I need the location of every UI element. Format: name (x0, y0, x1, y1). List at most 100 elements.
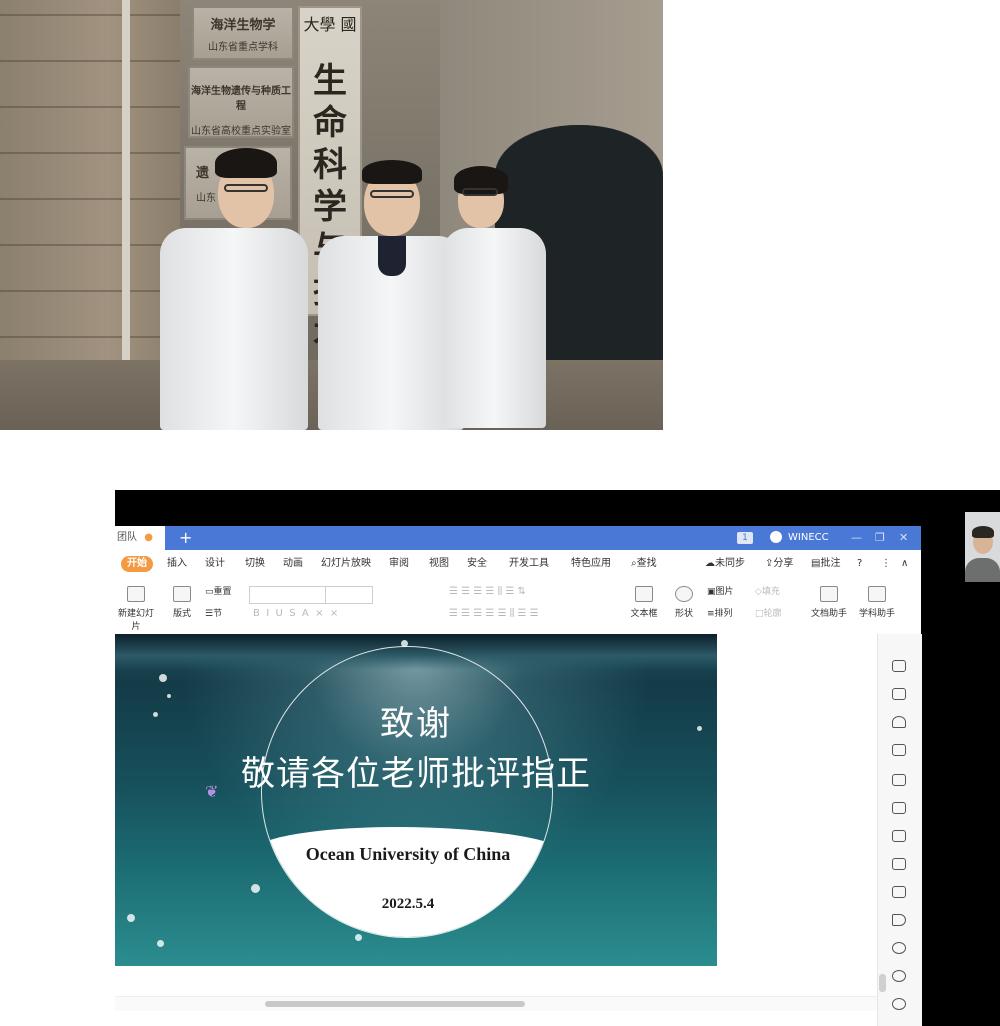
textbox-button[interactable]: 文本框 (627, 586, 661, 619)
slide-date: 2022.5.4 (381, 896, 435, 912)
shape-tool-icon[interactable] (892, 716, 906, 728)
bubble (127, 914, 135, 922)
bubble (157, 940, 164, 947)
outline-button[interactable]: □轮廓 (755, 606, 795, 619)
collapse-ribbon-icon[interactable]: ∧ (901, 556, 908, 572)
help-icon[interactable] (892, 998, 906, 1010)
close-dot-icon[interactable]: ● (144, 532, 153, 543)
close-button[interactable]: ✕ (899, 526, 908, 550)
archive-icon[interactable] (892, 858, 906, 870)
menu-bar: 开始 插入 设计 切换 动画 幻灯片放映 审阅 视图 安全 开发工具 特色应用 … (115, 550, 921, 578)
menu-animation[interactable]: 动画 (283, 556, 303, 572)
reset-icon: ▭ (205, 587, 214, 597)
align-buttons[interactable]: ☰ ☰ ☰ ☰ ☰ ⫼ ☰ ☰ (449, 608, 539, 619)
lab-coat (442, 228, 546, 428)
plaque-header: 大學 國 (303, 15, 357, 34)
sync-status[interactable]: ☁未同步 (705, 556, 745, 572)
more-icon[interactable]: ⋮ (881, 556, 891, 572)
plaque-line: 山东省高校重点实验室 (191, 126, 291, 137)
slide-subtitle: 敬请各位老师批评指正 (241, 754, 591, 794)
drain-pipe (122, 0, 130, 360)
doc-helper-button[interactable]: 文档助手 (809, 586, 849, 619)
star-icon[interactable] (892, 660, 906, 672)
fill-button[interactable]: ◇填充 (755, 584, 795, 597)
user-account[interactable]: WINECC (770, 530, 829, 546)
menu-features[interactable]: 特色应用 (571, 556, 611, 572)
outline-icon: □ (755, 609, 764, 619)
arrange-button[interactable]: ≡排列 (707, 606, 747, 619)
help-icon[interactable]: ? (857, 556, 862, 572)
horizontal-scrollbar[interactable] (115, 996, 877, 1011)
new-slide-button[interactable]: 新建幻灯片 (115, 586, 157, 632)
clock-icon[interactable] (892, 970, 906, 982)
glasses-icon (462, 188, 498, 196)
slide-canvas[interactable]: ❦ 致谢 敬请各位老师批评指正 Ocean University of Chin… (115, 634, 717, 966)
menu-search-label: 查找 (636, 558, 657, 569)
cam-body (965, 558, 1000, 582)
webcam-thumbnail[interactable] (965, 512, 1000, 582)
badge: 1 (737, 532, 753, 544)
dark-shirt (378, 236, 406, 276)
menu-design[interactable]: 设计 (205, 556, 225, 572)
ribbon-toolbar: 新建幻灯片 版式 ▭重置 ☰节 B I U S A × × ☰ ☰ ☰ ☰ ⫼ … (115, 578, 921, 635)
image-icon[interactable] (892, 886, 906, 898)
hair (215, 148, 277, 178)
arrange-icon: ≡ (707, 609, 715, 619)
paragraph-buttons[interactable]: ☰ ☰ ☰ ☰ ⫼ ☰ ⇅ (449, 586, 526, 597)
lab-coat (160, 228, 308, 430)
section-button[interactable]: ☰节 (205, 606, 241, 619)
shape-icon (675, 586, 693, 602)
image-icon: ▣ (707, 587, 716, 597)
subject-helper-label: 学科助手 (858, 609, 895, 619)
chart-icon[interactable] (892, 774, 906, 786)
screen-share: 团队 ● + 1 WINECC — ❐ ✕ 开始 插入 设计 切换 动画 幻灯片… (115, 490, 1000, 1026)
outline-label: 轮廓 (763, 609, 782, 619)
maximize-button[interactable]: ❐ (875, 526, 885, 550)
format-buttons[interactable]: B I U S A × × (253, 608, 338, 619)
slide-university: Ocean University of China (305, 844, 511, 864)
scroll-thumb[interactable] (265, 1001, 525, 1007)
gallery-icon[interactable] (892, 830, 906, 842)
shape-button[interactable]: 形状 (669, 586, 699, 619)
menu-insert[interactable]: 插入 (167, 556, 187, 572)
menu-security[interactable]: 安全 (467, 556, 487, 572)
settings-sliders-icon[interactable] (892, 802, 906, 814)
glasses-icon (370, 190, 414, 198)
menu-view[interactable]: 视图 (429, 556, 449, 572)
reset-button[interactable]: ▭重置 (205, 584, 241, 597)
menu-transition[interactable]: 切换 (245, 556, 265, 572)
tab-team[interactable]: 团队 ● (115, 526, 165, 550)
menu-developer[interactable]: 开发工具 (509, 556, 549, 572)
wps-presentation-window: 团队 ● + 1 WINECC — ❐ ✕ 开始 插入 设计 切换 动画 幻灯片… (115, 526, 922, 1026)
image-button[interactable]: ▣图片 (707, 584, 747, 597)
title-bar: 团队 ● + 1 WINECC — ❐ ✕ (115, 526, 921, 550)
slide-workspace (717, 634, 877, 1006)
menu-search[interactable]: ⌕查找 (631, 556, 657, 572)
subject-helper-icon (868, 586, 886, 602)
share-label: 分享 (773, 558, 794, 569)
vertical-scrollbar[interactable] (879, 974, 886, 992)
doc-helper-icon (820, 586, 838, 602)
copy-icon[interactable] (892, 688, 906, 700)
layout-button[interactable]: 版式 (167, 586, 197, 619)
subject-helper-button[interactable]: 学科助手 (855, 586, 899, 619)
menu-start[interactable]: 开始 (121, 556, 153, 572)
layout-label: 版式 (172, 609, 191, 619)
bubble (401, 640, 408, 647)
comment-button[interactable]: ▤批注 (811, 556, 840, 572)
image-label: 图片 (715, 587, 734, 597)
bubble (251, 884, 260, 893)
comment-label: 批注 (820, 558, 841, 569)
font-size-select[interactable] (325, 586, 373, 604)
menu-review[interactable]: 审阅 (389, 556, 409, 572)
grid-icon[interactable] (892, 744, 906, 756)
minimize-button[interactable]: — (851, 526, 862, 550)
record-icon[interactable] (892, 942, 906, 954)
speaker-icon[interactable] (892, 914, 906, 926)
section-icon: ☰ (205, 609, 214, 619)
new-slide-label: 新建幻灯片 (117, 609, 154, 632)
share-button[interactable]: ⇪分享 (765, 556, 793, 572)
new-tab-button[interactable]: + (179, 526, 192, 550)
section-label: 节 (213, 609, 223, 619)
menu-slideshow[interactable]: 幻灯片放映 (321, 556, 371, 572)
